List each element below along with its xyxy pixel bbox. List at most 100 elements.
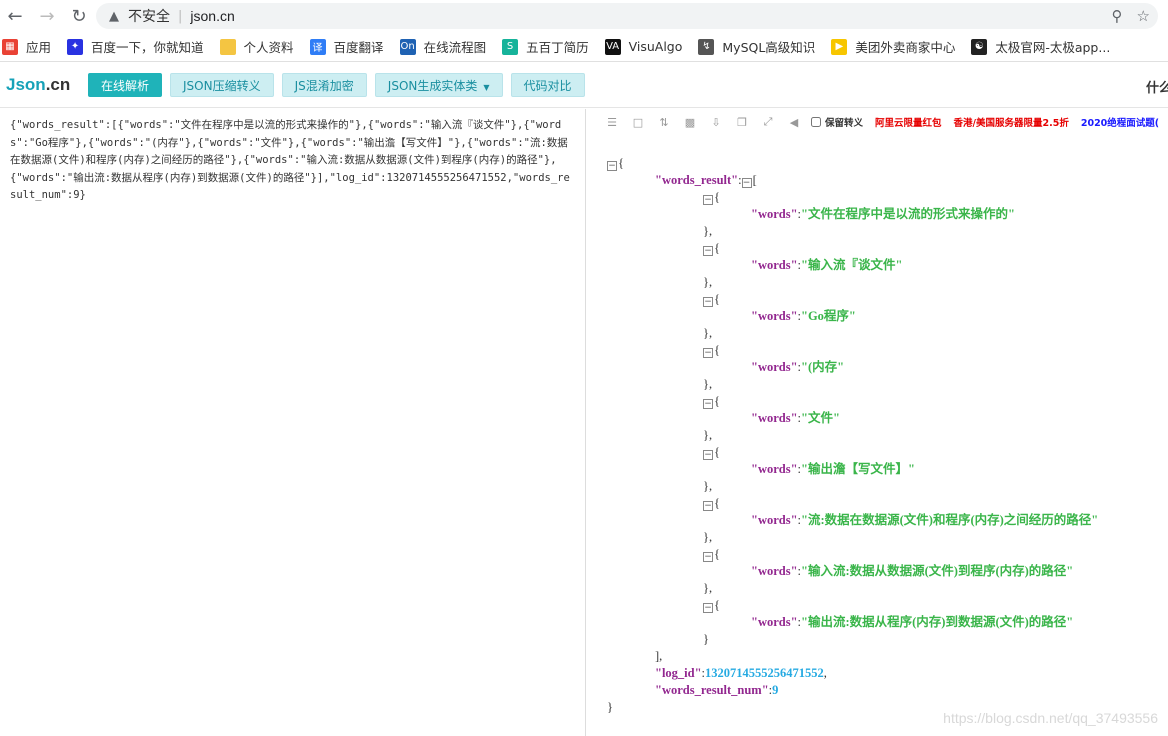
tree-words-line: "words":"Go程序" <box>751 308 856 325</box>
json-token: }, <box>703 530 713 544</box>
bookmark-item[interactable]: ☯ 太极官网-太极app... <box>971 37 1110 56</box>
collapse-toggle-icon[interactable]: − <box>703 450 713 460</box>
tree-words-line: "words":"流:数据在数据源(文件)和程序(内存)之间经历的路径" <box>751 512 1098 529</box>
collapse-toggle-icon[interactable]: − <box>703 501 713 511</box>
collapse-toggle-icon[interactable]: − <box>703 399 713 409</box>
collapse-toggle-icon[interactable]: − <box>741 178 752 188</box>
tree-object-close: }, <box>703 223 712 240</box>
tree-root-open: −{ <box>607 155 624 172</box>
json-string-value: "输出澹【写文件】" <box>801 462 915 476</box>
forward-arrow-icon[interactable]: → <box>34 3 60 29</box>
collapse-toggle-icon[interactable]: − <box>703 603 713 613</box>
collapse-toggle-icon[interactable]: − <box>607 161 617 171</box>
compress-icon[interactable]: ⤢ <box>755 115 781 129</box>
json-key: "words_result" <box>655 173 739 187</box>
json-token: }, <box>703 581 713 595</box>
keep-escape-checkbox[interactable]: 保留转义 <box>811 115 863 129</box>
promo-link-server[interactable]: 香港/美国服务器限量2.5折 <box>954 115 1069 129</box>
bookmark-item[interactable]: ↯ MySQL高级知识 <box>698 37 815 56</box>
json-token: { <box>714 394 720 408</box>
tree-object-open: −{ <box>703 444 720 461</box>
collapse-toggle-icon[interactable]: − <box>703 297 713 307</box>
trash-icon[interactable]: ▩ <box>677 116 703 129</box>
json-string-value: "Go程序" <box>801 309 856 323</box>
json-string-value: "文件在程序中是以流的形式来操作的" <box>801 207 1015 221</box>
json-string-value: "(内存" <box>801 360 845 374</box>
json-string-value: "流:数据在数据源(文件)和程序(内存)之间经历的路径" <box>801 513 1099 527</box>
tree-object-close: }, <box>703 274 712 291</box>
copy-icon[interactable]: ❐ <box>729 116 755 129</box>
json-input-text[interactable]: {"words_result":[{"words":"文件在程序中是以流的形式来… <box>10 117 570 205</box>
bookmark-item[interactable]: 个人资料 <box>219 37 294 56</box>
json-key: "words" <box>751 513 798 527</box>
database-icon[interactable]: ☰ <box>599 116 625 129</box>
tree-object-open: −{ <box>703 597 720 614</box>
bookmark-star-icon[interactable]: ☆ <box>1137 7 1150 25</box>
json-key: "log_id" <box>655 666 702 680</box>
tree-object-close: } <box>703 631 709 648</box>
json-token: }, <box>703 479 713 493</box>
zoom-icon[interactable]: ⚲ <box>1112 7 1123 25</box>
back-arrow-icon[interactable]: ← <box>2 3 28 29</box>
sort-icon[interactable]: ⇅ <box>651 116 677 129</box>
site-logo[interactable]: Json.cn <box>6 75 88 95</box>
nav-button[interactable]: JSON生成实体类 ▼ <box>374 72 503 97</box>
promo-link-aliyun[interactable]: 阿里云限量红包 <box>875 115 942 129</box>
nav-button[interactable]: JSON压缩转义 <box>170 72 274 97</box>
collapse-toggle-icon[interactable]: − <box>703 552 713 562</box>
collapse-toggle-icon[interactable]: − <box>703 195 713 205</box>
bookmark-label: 个人资料 <box>243 40 294 55</box>
bookmark-item[interactable]: S 五百丁简历 <box>502 37 589 56</box>
folder-icon <box>219 38 236 55</box>
json-key: "words" <box>751 309 798 323</box>
json-key: "words" <box>751 615 798 629</box>
url-text[interactable]: json.cn <box>190 8 234 24</box>
json-string-value: "输出流:数据从程序(内存)到数据源(文件)的路径" <box>801 615 1074 629</box>
tree-words-line: "words":"输出流:数据从程序(内存)到数据源(文件)的路径" <box>751 614 1073 631</box>
bookmark-label: 美团外卖商家中心 <box>855 40 956 55</box>
resume-icon: S <box>502 38 519 55</box>
security-label: 不安全 <box>128 9 170 25</box>
tree-object-open: −{ <box>703 291 720 308</box>
download-icon[interactable]: ⇩ <box>703 116 729 129</box>
bookmark-label: 太极官网-太极app... <box>995 40 1111 55</box>
address-bar[interactable]: ▲ 不安全 | json.cn ⚲ ☆ <box>96 3 1158 29</box>
nav-button[interactable]: JS混淆加密 <box>281 72 367 97</box>
nav-button[interactable]: 在线解析 <box>88 72 163 97</box>
tree-object-open: −{ <box>703 240 720 257</box>
address-separator: | <box>178 8 183 24</box>
bookmark-item[interactable]: ▦ 应用 <box>2 37 51 56</box>
bookmark-item[interactable]: VA VisuAlgo <box>604 38 682 55</box>
warning-triangle-icon: ▲ <box>109 8 119 24</box>
bookmark-item[interactable]: On 在线流程图 <box>399 37 486 56</box>
reload-icon[interactable]: ↻ <box>66 3 92 29</box>
tree-words-line: "words":"输出澹【写文件】" <box>751 461 915 478</box>
collapse-toggle-icon[interactable]: − <box>703 348 713 358</box>
watermark: https://blog.csdn.net/qq_37493556 <box>943 710 1158 726</box>
json-token: } <box>607 700 613 714</box>
json-input-panel[interactable]: {"words_result":[{"words":"文件在程序中是以流的形式来… <box>0 109 586 736</box>
bookmark-item[interactable]: ✦ 百度一下，你就知道 <box>67 37 204 56</box>
nav-button[interactable]: 代码对比 <box>510 72 585 97</box>
bookmark-label: 百度翻译 <box>333 40 384 55</box>
collapse-toggle-icon[interactable]: − <box>703 246 713 256</box>
promo-link-interview[interactable]: 2020绝程面试题( <box>1081 115 1159 129</box>
site-header: Json.cn 在线解析 JSON压缩转义 JS混淆加密 JSON生成实体类 ▼ 代码对比… <box>0 62 1168 108</box>
json-token: [ <box>752 173 757 187</box>
back-icon[interactable]: ◀ <box>781 116 807 129</box>
tree-logid-line: "log_id":1320714555256471552, <box>655 665 827 682</box>
json-token: { <box>714 190 720 204</box>
json-token: { <box>714 598 720 612</box>
bookmark-item[interactable]: 译百度翻译 <box>309 37 384 56</box>
nav-button-label: JSON生成实体类 <box>387 78 478 93</box>
tree-words-line: "words":"文件在程序中是以流的形式来操作的" <box>751 206 1015 223</box>
nav-button-label: 在线解析 <box>101 78 150 93</box>
json-token: { <box>618 156 624 170</box>
header-right-text[interactable]: 什么 <box>1146 77 1168 96</box>
tree-array-open: "words_result":−[ <box>655 172 757 189</box>
bookmark-item[interactable]: ▶ 美团外卖商家中心 <box>831 37 955 56</box>
site-nav: 在线解析 JSON压缩转义 JS混淆加密 JSON生成实体类 ▼ 代码对比 <box>88 72 593 97</box>
file-icon[interactable]: □ <box>625 116 651 129</box>
caret-down-icon: ▼ <box>483 82 490 92</box>
json-number-value: 9 <box>772 683 779 697</box>
